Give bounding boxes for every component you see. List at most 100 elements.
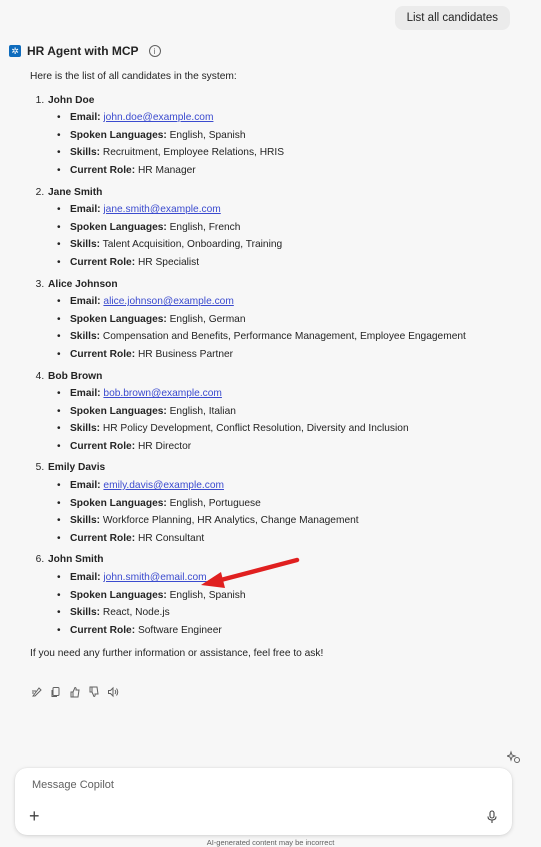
languages-label: Spoken Languages:: [70, 497, 167, 509]
languages-label: Spoken Languages:: [70, 221, 167, 233]
red-arrow-annotation: [201, 557, 300, 588]
candidate-role: Software Engineer: [137, 624, 222, 636]
candidate-skills-row: Skills: HR Policy Development, Conflict …: [57, 420, 521, 438]
copy-icon[interactable]: [50, 686, 62, 698]
candidate-skills-row: Skills: Talent Acquisition, Onboarding, …: [57, 236, 521, 254]
candidate-role-row: Current Role: Software Engineer: [57, 622, 521, 640]
languages-label: Spoken Languages:: [70, 313, 167, 325]
candidate-fields: Email: emily.davis@example.comSpoken Lan…: [48, 477, 521, 547]
response-actions: [31, 686, 119, 698]
candidate-email-row: Email: emily.davis@example.com: [57, 477, 521, 495]
skills-label: Skills:: [70, 331, 101, 343]
skills-label: Skills:: [70, 515, 101, 527]
candidate-fields: Email: jane.smith@example.comSpoken Lang…: [48, 201, 521, 271]
candidate-skills-row: Skills: Workforce Planning, HR Analytics…: [57, 512, 521, 530]
candidate-name: Emily Davis: [48, 462, 106, 474]
candidate-email-link[interactable]: john.smith@email.com: [103, 572, 206, 583]
skills-label: Skills:: [70, 423, 101, 435]
candidate-email-link[interactable]: bob.brown@example.com: [103, 388, 222, 399]
candidate-name: Bob Brown: [48, 370, 103, 382]
candidate-role: HR Specialist: [137, 256, 200, 268]
candidate-skills: React, Node.js: [102, 607, 170, 619]
candidate-email-row: Email: jane.smith@example.com: [57, 201, 521, 219]
role-label: Current Role:: [70, 624, 136, 636]
email-label: Email:: [70, 572, 101, 584]
candidate-item: Jane SmithEmail: jane.smith@example.comS…: [47, 184, 521, 272]
candidate-skills: Recruitment, Employee Relations, HRIS: [102, 147, 285, 159]
role-label: Current Role:: [70, 532, 136, 544]
candidate-email-link[interactable]: emily.davis@example.com: [103, 480, 224, 491]
candidate-role-row: Current Role: HR Manager: [57, 162, 521, 180]
add-attachment-button[interactable]: +: [29, 807, 40, 825]
candidate-role-row: Current Role: HR Director: [57, 438, 521, 456]
thumbs-up-icon[interactable]: [69, 686, 81, 698]
thumbs-down-icon[interactable]: [88, 686, 100, 698]
candidate-email-link[interactable]: jane.smith@example.com: [103, 204, 220, 215]
candidate-role-row: Current Role: HR Specialist: [57, 254, 521, 272]
candidate-item: John Doe Email: john.doe@example.com Spoke…: [47, 92, 521, 180]
email-label: Email:: [70, 204, 101, 216]
candidate-email-row: Email: alice.johnson@example.com: [57, 293, 521, 311]
candidate-languages-row: Spoken Languages: English, Italian: [57, 403, 521, 421]
skills-label: Skills:: [70, 607, 101, 619]
candidate-languages-row: Spoken Languages: English, German: [57, 311, 521, 329]
info-icon[interactable]: i: [148, 45, 161, 57]
user-message-bubble: List all candidates: [394, 6, 510, 30]
candidate-fields: Email: alice.johnson@example.comSpoken L…: [48, 293, 521, 363]
candidate-languages: English, Italian: [169, 405, 236, 417]
role-label: Current Role:: [70, 164, 136, 176]
role-label: Current Role:: [70, 440, 136, 452]
candidate-languages: English, German: [169, 313, 246, 325]
email-label: Email:: [70, 296, 101, 308]
candidate-name: John Smith: [48, 554, 104, 566]
microphone-icon[interactable]: [486, 810, 498, 824]
skills-label: Skills:: [70, 147, 101, 159]
candidate-role-row: Current Role: HR Business Partner: [57, 346, 521, 364]
skills-label: Skills:: [70, 239, 101, 251]
message-composer: +: [15, 768, 512, 835]
email-label: Email:: [70, 112, 101, 124]
candidate-languages: English, Spanish: [169, 129, 246, 141]
candidate-email-link[interactable]: john.doe@example.com: [103, 112, 213, 123]
languages-label: Spoken Languages:: [70, 129, 167, 141]
agent-header: ✲ HR Agent with MCP i: [9, 44, 161, 58]
candidate-email-row: Email: john.doe@example.com: [57, 109, 521, 127]
candidate-skills-row: Skills: React, Node.js: [57, 604, 521, 622]
candidate-item: Bob BrownEmail: bob.brown@example.comSpo…: [47, 368, 521, 456]
read-aloud-icon[interactable]: [107, 686, 119, 698]
languages-label: Spoken Languages:: [70, 405, 167, 417]
languages-label: Spoken Languages:: [70, 589, 167, 601]
agent-name: HR Agent with MCP: [27, 44, 139, 58]
candidate-languages-row: Spoken Languages: English, Portuguese: [57, 495, 521, 513]
candidate-skills: Workforce Planning, HR Analytics, Change…: [102, 515, 359, 527]
role-label: Current Role:: [70, 348, 136, 360]
candidate-role: HR Consultant: [137, 532, 205, 544]
candidate-fields: Email: bob.brown@example.comSpoken Langu…: [48, 385, 521, 455]
response-intro: Here is the list of all candidates in th…: [30, 71, 237, 82]
candidate-item: Emily Davis Email: emily.davis@example.co…: [47, 459, 521, 547]
candidate-role: HR Manager: [137, 164, 196, 176]
candidate-skills: Compensation and Benefits, Performance M…: [102, 331, 466, 343]
candidate-skills: Talent Acquisition, Onboarding, Training: [102, 239, 283, 251]
sparkle-icon[interactable]: [507, 750, 521, 764]
candidate-email-row: Email: bob.brown@example.com: [57, 385, 521, 403]
email-label: Email:: [70, 388, 101, 400]
candidate-skills-row: Skills: Compensation and Benefits, Perfo…: [57, 328, 521, 346]
candidate-email-link[interactable]: alice.johnson@example.com: [103, 296, 233, 307]
response-outro: If you need any further information or a…: [30, 648, 324, 660]
message-input[interactable]: [30, 778, 497, 792]
agent-avatar-icon: ✲: [9, 45, 21, 57]
edit-icon[interactable]: [31, 686, 43, 698]
candidate-languages-row: Spoken Languages: English, French: [57, 219, 521, 237]
candidate-name: Alice Johnson: [48, 278, 118, 290]
role-label: Current Role:: [70, 256, 136, 268]
email-label: Email:: [70, 480, 101, 492]
candidate-role: HR Business Partner: [137, 348, 234, 360]
candidate-languages: English, Portuguese: [169, 497, 261, 509]
candidate-skills: HR Policy Development, Conflict Resoluti…: [102, 423, 409, 435]
candidate-skills-row: Skills: Recruitment, Employee Relations,…: [57, 144, 521, 162]
candidate-name: Jane Smith: [48, 186, 103, 198]
candidate-languages: English, French: [169, 221, 241, 233]
candidate-name: John Doe: [48, 94, 95, 106]
candidate-role: HR Director: [137, 440, 192, 452]
